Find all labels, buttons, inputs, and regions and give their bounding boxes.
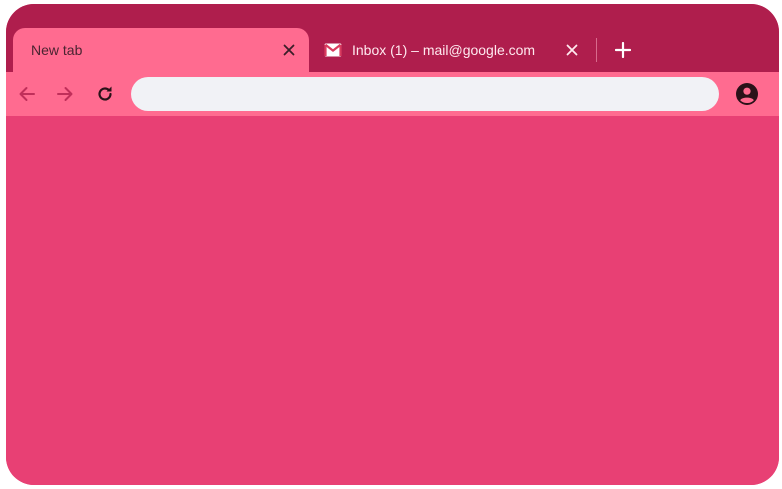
back-button[interactable] <box>13 80 41 108</box>
tab-inbox[interactable]: Inbox (1) – mail@google.com <box>310 28 592 72</box>
toolbar <box>6 72 779 116</box>
address-bar[interactable] <box>131 77 719 111</box>
close-icon[interactable] <box>558 36 586 64</box>
forward-button[interactable] <box>51 80 79 108</box>
tab-strip: New tab Inbox (1) – mail@google.com <box>6 4 779 72</box>
profile-avatar-icon <box>736 83 758 105</box>
close-icon[interactable] <box>275 36 303 64</box>
tab-title: New tab <box>31 42 83 58</box>
tab-new-tab[interactable]: New tab <box>13 28 309 72</box>
profile-button[interactable] <box>733 80 761 108</box>
page-content <box>6 116 779 485</box>
back-arrow-icon <box>19 87 35 101</box>
tab-divider <box>596 38 597 62</box>
browser-window: New tab Inbox (1) – mail@google.com <box>6 4 779 485</box>
tab-title: Inbox (1) – mail@google.com <box>352 42 536 58</box>
reload-button[interactable] <box>91 80 119 108</box>
reload-icon <box>98 86 112 101</box>
new-tab-button[interactable] <box>609 36 637 64</box>
forward-arrow-icon <box>57 87 73 101</box>
plus-icon <box>615 42 631 58</box>
gmail-icon <box>324 43 342 57</box>
